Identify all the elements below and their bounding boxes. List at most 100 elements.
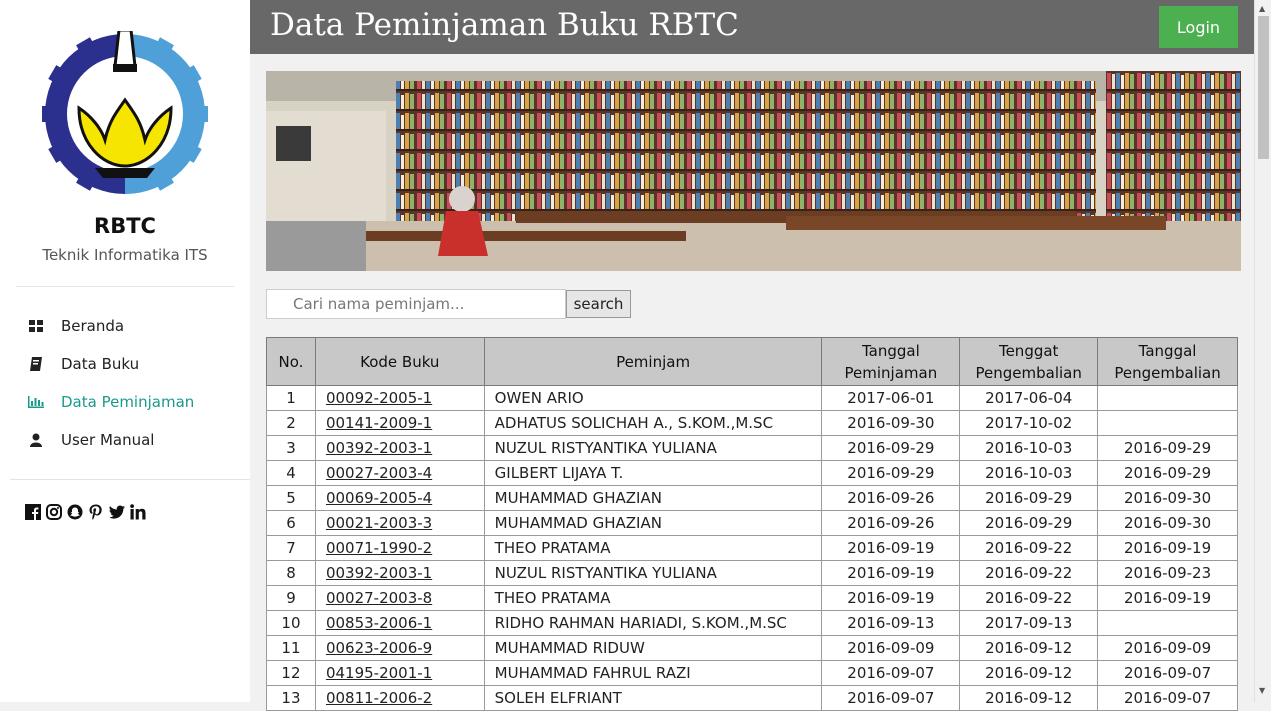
instagram-icon[interactable] bbox=[46, 504, 62, 520]
cell-tanggal-peminjaman: 2016-09-19 bbox=[821, 560, 961, 586]
table-row: 3 00392-2003-1 NUZUL RISTYANTIKA YULIANA 20… bbox=[266, 435, 1238, 461]
book-code-link[interactable]: 00069-2005-4 bbox=[326, 489, 432, 507]
cell-no: 13 bbox=[266, 685, 316, 711]
cell-peminjam: RIDHO RAHMAN HARIADI, S.KOM.,M.SC bbox=[483, 610, 823, 636]
search-input[interactable] bbox=[266, 289, 566, 319]
cell-no: 2 bbox=[266, 410, 316, 436]
nav-item-data-buku[interactable]: Data Buku bbox=[26, 352, 139, 376]
cell-tenggat-pengembalian: 2016-10-03 bbox=[959, 435, 1099, 461]
pinterest-icon[interactable] bbox=[88, 504, 104, 520]
cell-peminjam: MUHAMMAD GHAZIAN bbox=[483, 510, 823, 536]
cell-tanggal-pengembalian: 2016-09-19 bbox=[1097, 535, 1238, 561]
top-bar: Data Peminjaman Buku RBTC Login bbox=[250, 0, 1254, 54]
cell-tenggat-pengembalian: 2016-09-22 bbox=[959, 560, 1099, 586]
book-code-link[interactable]: 00071-1990-2 bbox=[326, 539, 432, 557]
column-header-tenggat-pengembalian: Tenggat Pengembalian bbox=[959, 337, 1099, 386]
cell-kode-buku: 00811-2006-2 bbox=[314, 685, 485, 711]
sidebar-divider bbox=[10, 479, 250, 480]
cell-kode-buku: 00069-2005-4 bbox=[314, 485, 485, 511]
nav-item-beranda[interactable]: Beranda bbox=[26, 314, 124, 338]
book-code-link[interactable]: 00141-2009-1 bbox=[326, 414, 432, 432]
cell-kode-buku: 00027-2003-8 bbox=[314, 585, 485, 611]
loans-table: No. Kode Buku Peminjam Tanggal Peminjama… bbox=[266, 337, 1238, 711]
brand-subtitle: Teknik Informatika ITS bbox=[42, 246, 208, 264]
book-code-link[interactable]: 00092-2005-1 bbox=[326, 389, 432, 407]
cell-tenggat-pengembalian: 2016-09-12 bbox=[959, 685, 1099, 711]
table-row: 10 00853-2006-1 RIDHO RAHMAN HARIADI, S.KO… bbox=[266, 610, 1238, 636]
column-header-kode-buku: Kode Buku bbox=[314, 337, 485, 386]
cell-tanggal-pengembalian bbox=[1097, 610, 1238, 636]
book-code-link[interactable]: 04195-2001-1 bbox=[326, 664, 432, 682]
book-code-link[interactable]: 00853-2006-1 bbox=[326, 614, 432, 632]
book-code-link[interactable]: 00392-2003-1 bbox=[326, 564, 432, 582]
book-code-link[interactable]: 00027-2003-4 bbox=[326, 464, 432, 482]
cell-peminjam: MUHAMMAD FAHRUL RAZI bbox=[483, 660, 823, 686]
cell-tenggat-pengembalian: 2016-09-29 bbox=[959, 485, 1099, 511]
book-code-link[interactable]: 00392-2003-1 bbox=[326, 439, 432, 457]
table-header-row: No. Kode Buku Peminjam Tanggal Peminjama… bbox=[266, 337, 1238, 386]
scroll-thumb[interactable] bbox=[1258, 16, 1269, 159]
cell-no: 4 bbox=[266, 460, 316, 486]
table-row: 4 00027-2003-4 GILBERT LIJAYA T. 2016-09-29… bbox=[266, 460, 1238, 486]
cell-tanggal-pengembalian bbox=[1097, 385, 1238, 411]
cell-tenggat-pengembalian: 2016-10-03 bbox=[959, 460, 1099, 486]
search-button[interactable]: search bbox=[566, 290, 631, 318]
cell-tenggat-pengembalian: 2016-09-12 bbox=[959, 660, 1099, 686]
twitter-icon[interactable] bbox=[109, 504, 125, 520]
cell-kode-buku: 00027-2003-4 bbox=[314, 460, 485, 486]
scroll-up-icon[interactable]: ▲ bbox=[1259, 4, 1265, 13]
column-header-tanggal-pengembalian: Tanggal Pengembalian bbox=[1097, 337, 1238, 386]
user-icon bbox=[26, 432, 46, 448]
table-row: 11 00623-2006-9 MUHAMMAD RIDUW 2016-09-09 20… bbox=[266, 635, 1238, 661]
sidebar-divider bbox=[16, 286, 234, 287]
cell-tanggal-pengembalian: 2016-09-09 bbox=[1097, 635, 1238, 661]
cell-tenggat-pengembalian: 2017-10-02 bbox=[959, 410, 1099, 436]
vertical-scrollbar[interactable]: ▲ ▼ bbox=[1254, 0, 1271, 702]
cell-peminjam: OWEN ARIO bbox=[483, 385, 823, 411]
cell-tenggat-pengembalian: 2016-09-12 bbox=[959, 635, 1099, 661]
cell-tanggal-pengembalian: 2016-09-07 bbox=[1097, 685, 1238, 711]
brand-name: RBTC bbox=[94, 214, 156, 238]
cell-tanggal-peminjaman: 2016-09-30 bbox=[821, 410, 961, 436]
cell-no: 3 bbox=[266, 435, 316, 461]
cell-tanggal-pengembalian: 2016-09-30 bbox=[1097, 485, 1238, 511]
cell-tanggal-pengembalian bbox=[1097, 410, 1238, 436]
cell-no: 9 bbox=[266, 585, 316, 611]
cell-peminjam: ADHATUS SOLICHAH A., S.KOM.,M.SC bbox=[483, 410, 823, 436]
cell-tenggat-pengembalian: 2016-09-22 bbox=[959, 585, 1099, 611]
scroll-down-icon[interactable]: ▼ bbox=[1259, 686, 1265, 695]
linkedin-icon[interactable] bbox=[130, 504, 146, 520]
cell-tanggal-pengembalian: 2016-09-30 bbox=[1097, 510, 1238, 536]
nav-item-user-manual[interactable]: User Manual bbox=[26, 428, 154, 452]
book-code-link[interactable]: 00623-2006-9 bbox=[326, 639, 432, 657]
nav-label: Data Buku bbox=[61, 355, 140, 373]
book-code-link[interactable]: 00027-2003-8 bbox=[326, 589, 432, 607]
snapchat-icon[interactable] bbox=[67, 504, 83, 520]
cell-peminjam: GILBERT LIJAYA T. bbox=[483, 460, 823, 486]
cell-tanggal-peminjaman: 2016-09-07 bbox=[821, 660, 961, 686]
cell-tanggal-peminjaman: 2016-09-26 bbox=[821, 510, 961, 536]
cell-tanggal-pengembalian: 2016-09-23 bbox=[1097, 560, 1238, 586]
sidebar: RBTC Teknik Informatika ITS Beranda Data… bbox=[0, 0, 250, 702]
page-title: Data Peminjaman Buku RBTC bbox=[270, 7, 739, 43]
facebook-icon[interactable] bbox=[25, 504, 41, 520]
cell-tanggal-peminjaman: 2017-06-01 bbox=[821, 385, 961, 411]
cell-kode-buku: 00392-2003-1 bbox=[314, 435, 485, 461]
cell-no: 12 bbox=[266, 660, 316, 686]
book-code-link[interactable]: 00811-2006-2 bbox=[326, 689, 432, 707]
cell-peminjam: NUZUL RISTYANTIKA YULIANA bbox=[483, 560, 823, 586]
cell-tenggat-pengembalian: 2016-09-29 bbox=[959, 510, 1099, 536]
bar-chart-icon bbox=[26, 394, 46, 410]
cell-no: 11 bbox=[266, 635, 316, 661]
table-row: 1 00092-2005-1 OWEN ARIO 2017-06-01 2017-06-… bbox=[266, 385, 1238, 411]
table-row: 6 00021-2003-3 MUHAMMAD GHAZIAN 2016-09-26 2… bbox=[266, 510, 1238, 536]
cell-tanggal-peminjaman: 2016-09-09 bbox=[821, 635, 961, 661]
cell-kode-buku: 00071-1990-2 bbox=[314, 535, 485, 561]
table-row: 5 00069-2005-4 MUHAMMAD GHAZIAN 2016-09-26 2… bbox=[266, 485, 1238, 511]
nav-item-data-peminjaman[interactable]: Data Peminjaman bbox=[26, 390, 194, 414]
login-button[interactable]: Login bbox=[1159, 6, 1238, 48]
nav-label: Data Peminjaman bbox=[61, 393, 195, 411]
cell-no: 6 bbox=[266, 510, 316, 536]
book-code-link[interactable]: 00021-2003-3 bbox=[326, 514, 432, 532]
cell-peminjam: NUZUL RISTYANTIKA YULIANA bbox=[483, 435, 823, 461]
